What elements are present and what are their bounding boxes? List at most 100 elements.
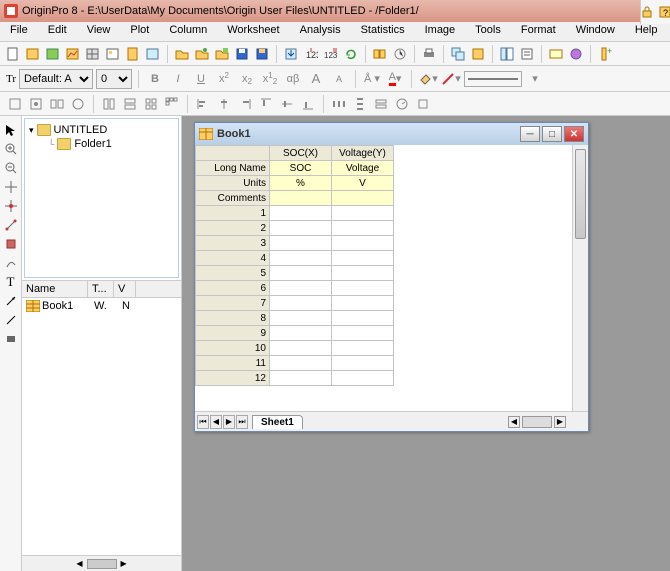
grid-1-icon[interactable] [100, 95, 118, 113]
menu-help[interactable]: Help [625, 22, 668, 41]
row-number[interactable]: 5 [196, 266, 270, 281]
layout-tool-3-icon[interactable] [48, 95, 66, 113]
minimize-button[interactable]: ─ [520, 126, 540, 142]
new-matrix-icon[interactable] [84, 45, 102, 63]
menu-view[interactable]: View [77, 22, 121, 41]
tab-nav-last-icon[interactable]: ⏭ [236, 415, 248, 429]
project-explorer-icon[interactable] [498, 45, 516, 63]
align-top-icon[interactable] [257, 95, 275, 113]
align-left-icon[interactable] [194, 95, 212, 113]
bold-icon[interactable]: B [145, 69, 165, 89]
zoom-in-tool-icon[interactable] [3, 141, 19, 157]
superscript-icon[interactable]: x2 [214, 69, 234, 89]
font-decrease-icon[interactable]: A [329, 69, 349, 89]
data-cell[interactable] [270, 221, 332, 236]
pointer-tool-icon[interactable] [3, 122, 19, 138]
xfunction-builder-icon[interactable] [567, 45, 585, 63]
column-header-2[interactable]: Voltage(Y) [332, 146, 394, 161]
code-builder-icon[interactable] [547, 45, 565, 63]
longname-col1[interactable]: SOC [270, 161, 332, 176]
align-vcenter-icon[interactable] [278, 95, 296, 113]
row-number[interactable]: 11 [196, 356, 270, 371]
line-color-icon[interactable]: ▾ [441, 69, 461, 89]
row-label-comments[interactable]: Comments [196, 191, 270, 206]
font-color-icon[interactable]: A ▾ [385, 69, 405, 89]
distribute-v-icon[interactable] [351, 95, 369, 113]
subscript-icon[interactable]: x2 [237, 69, 257, 89]
row-number[interactable]: 10 [196, 341, 270, 356]
data-cell[interactable] [332, 251, 394, 266]
row-number[interactable]: 8 [196, 311, 270, 326]
grid-4-icon[interactable] [163, 95, 181, 113]
tab-nav-prev-icon[interactable]: ◀ [210, 415, 222, 429]
save-icon[interactable] [233, 45, 251, 63]
data-reader-tool-icon[interactable] [3, 198, 19, 214]
menu-format[interactable]: Format [511, 22, 566, 41]
reimport-icon[interactable] [342, 45, 360, 63]
print-icon[interactable] [420, 45, 438, 63]
greek-dropdown-icon[interactable]: Å ▾ [362, 69, 382, 89]
mask-tool-icon[interactable] [3, 236, 19, 252]
data-cell[interactable] [332, 281, 394, 296]
menu-worksheet[interactable]: Worksheet [217, 22, 289, 41]
navigator-hscrollbar[interactable]: ◀▶ [22, 555, 181, 571]
data-selector-tool-icon[interactable] [3, 217, 19, 233]
grid-header-name[interactable]: Name [22, 281, 88, 297]
tree-folder-node[interactable]: └ Folder1 [29, 137, 174, 151]
comments-col2[interactable] [332, 191, 394, 206]
data-cell[interactable] [270, 341, 332, 356]
open-icon[interactable] [173, 45, 191, 63]
data-cell[interactable] [332, 266, 394, 281]
menu-statistics[interactable]: Statistics [351, 22, 415, 41]
line-style-select[interactable] [464, 71, 522, 87]
worksheet-grid[interactable]: SOC(X) Voltage(Y) Long Name SOC Voltage … [195, 145, 572, 411]
line-width-dropdown-icon[interactable]: ▾ [525, 69, 545, 89]
menu-analysis[interactable]: Analysis [290, 22, 351, 41]
supersubscript-icon[interactable]: x12 [260, 69, 280, 89]
help-context-icon[interactable]: ? [657, 3, 670, 21]
units-col1[interactable]: % [270, 176, 332, 191]
line-tool-icon[interactable] [3, 312, 19, 328]
row-label-longname[interactable]: Long Name [196, 161, 270, 176]
maximize-button[interactable]: □ [542, 126, 562, 142]
data-cell[interactable] [270, 296, 332, 311]
import-wizard-icon[interactable] [282, 45, 300, 63]
save-template-icon[interactable] [253, 45, 271, 63]
align-hcenter-icon[interactable] [215, 95, 233, 113]
longname-col2[interactable]: Voltage [332, 161, 394, 176]
tab-nav-first-icon[interactable]: ⏮ [197, 415, 209, 429]
data-cell[interactable] [270, 206, 332, 221]
row-label-units[interactable]: Units [196, 176, 270, 191]
menu-plot[interactable]: Plot [120, 22, 159, 41]
data-cell[interactable] [332, 206, 394, 221]
open-template-icon[interactable] [193, 45, 211, 63]
menu-edit[interactable]: Edit [38, 22, 77, 41]
rectangle-tool-icon[interactable] [3, 331, 19, 347]
font-increase-icon[interactable]: A [306, 69, 326, 89]
italic-icon[interactable]: I [168, 69, 188, 89]
grid-2-icon[interactable] [121, 95, 139, 113]
align-bottom-icon[interactable] [299, 95, 317, 113]
add-column-icon[interactable]: + [596, 45, 614, 63]
layout-tool-2-icon[interactable] [27, 95, 45, 113]
data-cell[interactable] [332, 371, 394, 386]
data-cell[interactable] [332, 326, 394, 341]
fill-color-icon[interactable]: ▾ [418, 69, 438, 89]
row-number[interactable]: 6 [196, 281, 270, 296]
new-notes-icon[interactable] [124, 45, 142, 63]
column-header-1[interactable]: SOC(X) [270, 146, 332, 161]
close-button[interactable]: ✕ [564, 126, 584, 142]
tree-root-node[interactable]: ▾ UNTITLED [29, 123, 174, 137]
lock-icon[interactable] [639, 3, 655, 21]
data-cell[interactable] [332, 296, 394, 311]
same-height-icon[interactable] [393, 95, 411, 113]
data-cell[interactable] [270, 326, 332, 341]
new-layout-icon[interactable] [104, 45, 122, 63]
import-multiple-ascii-icon[interactable]: 123 [322, 45, 340, 63]
data-cell[interactable] [332, 221, 394, 236]
duplicate-icon[interactable] [449, 45, 467, 63]
new-workbook-icon[interactable] [24, 45, 42, 63]
tab-nav-next-icon[interactable]: ▶ [223, 415, 235, 429]
new-project-icon[interactable] [4, 45, 22, 63]
same-width-icon[interactable] [372, 95, 390, 113]
